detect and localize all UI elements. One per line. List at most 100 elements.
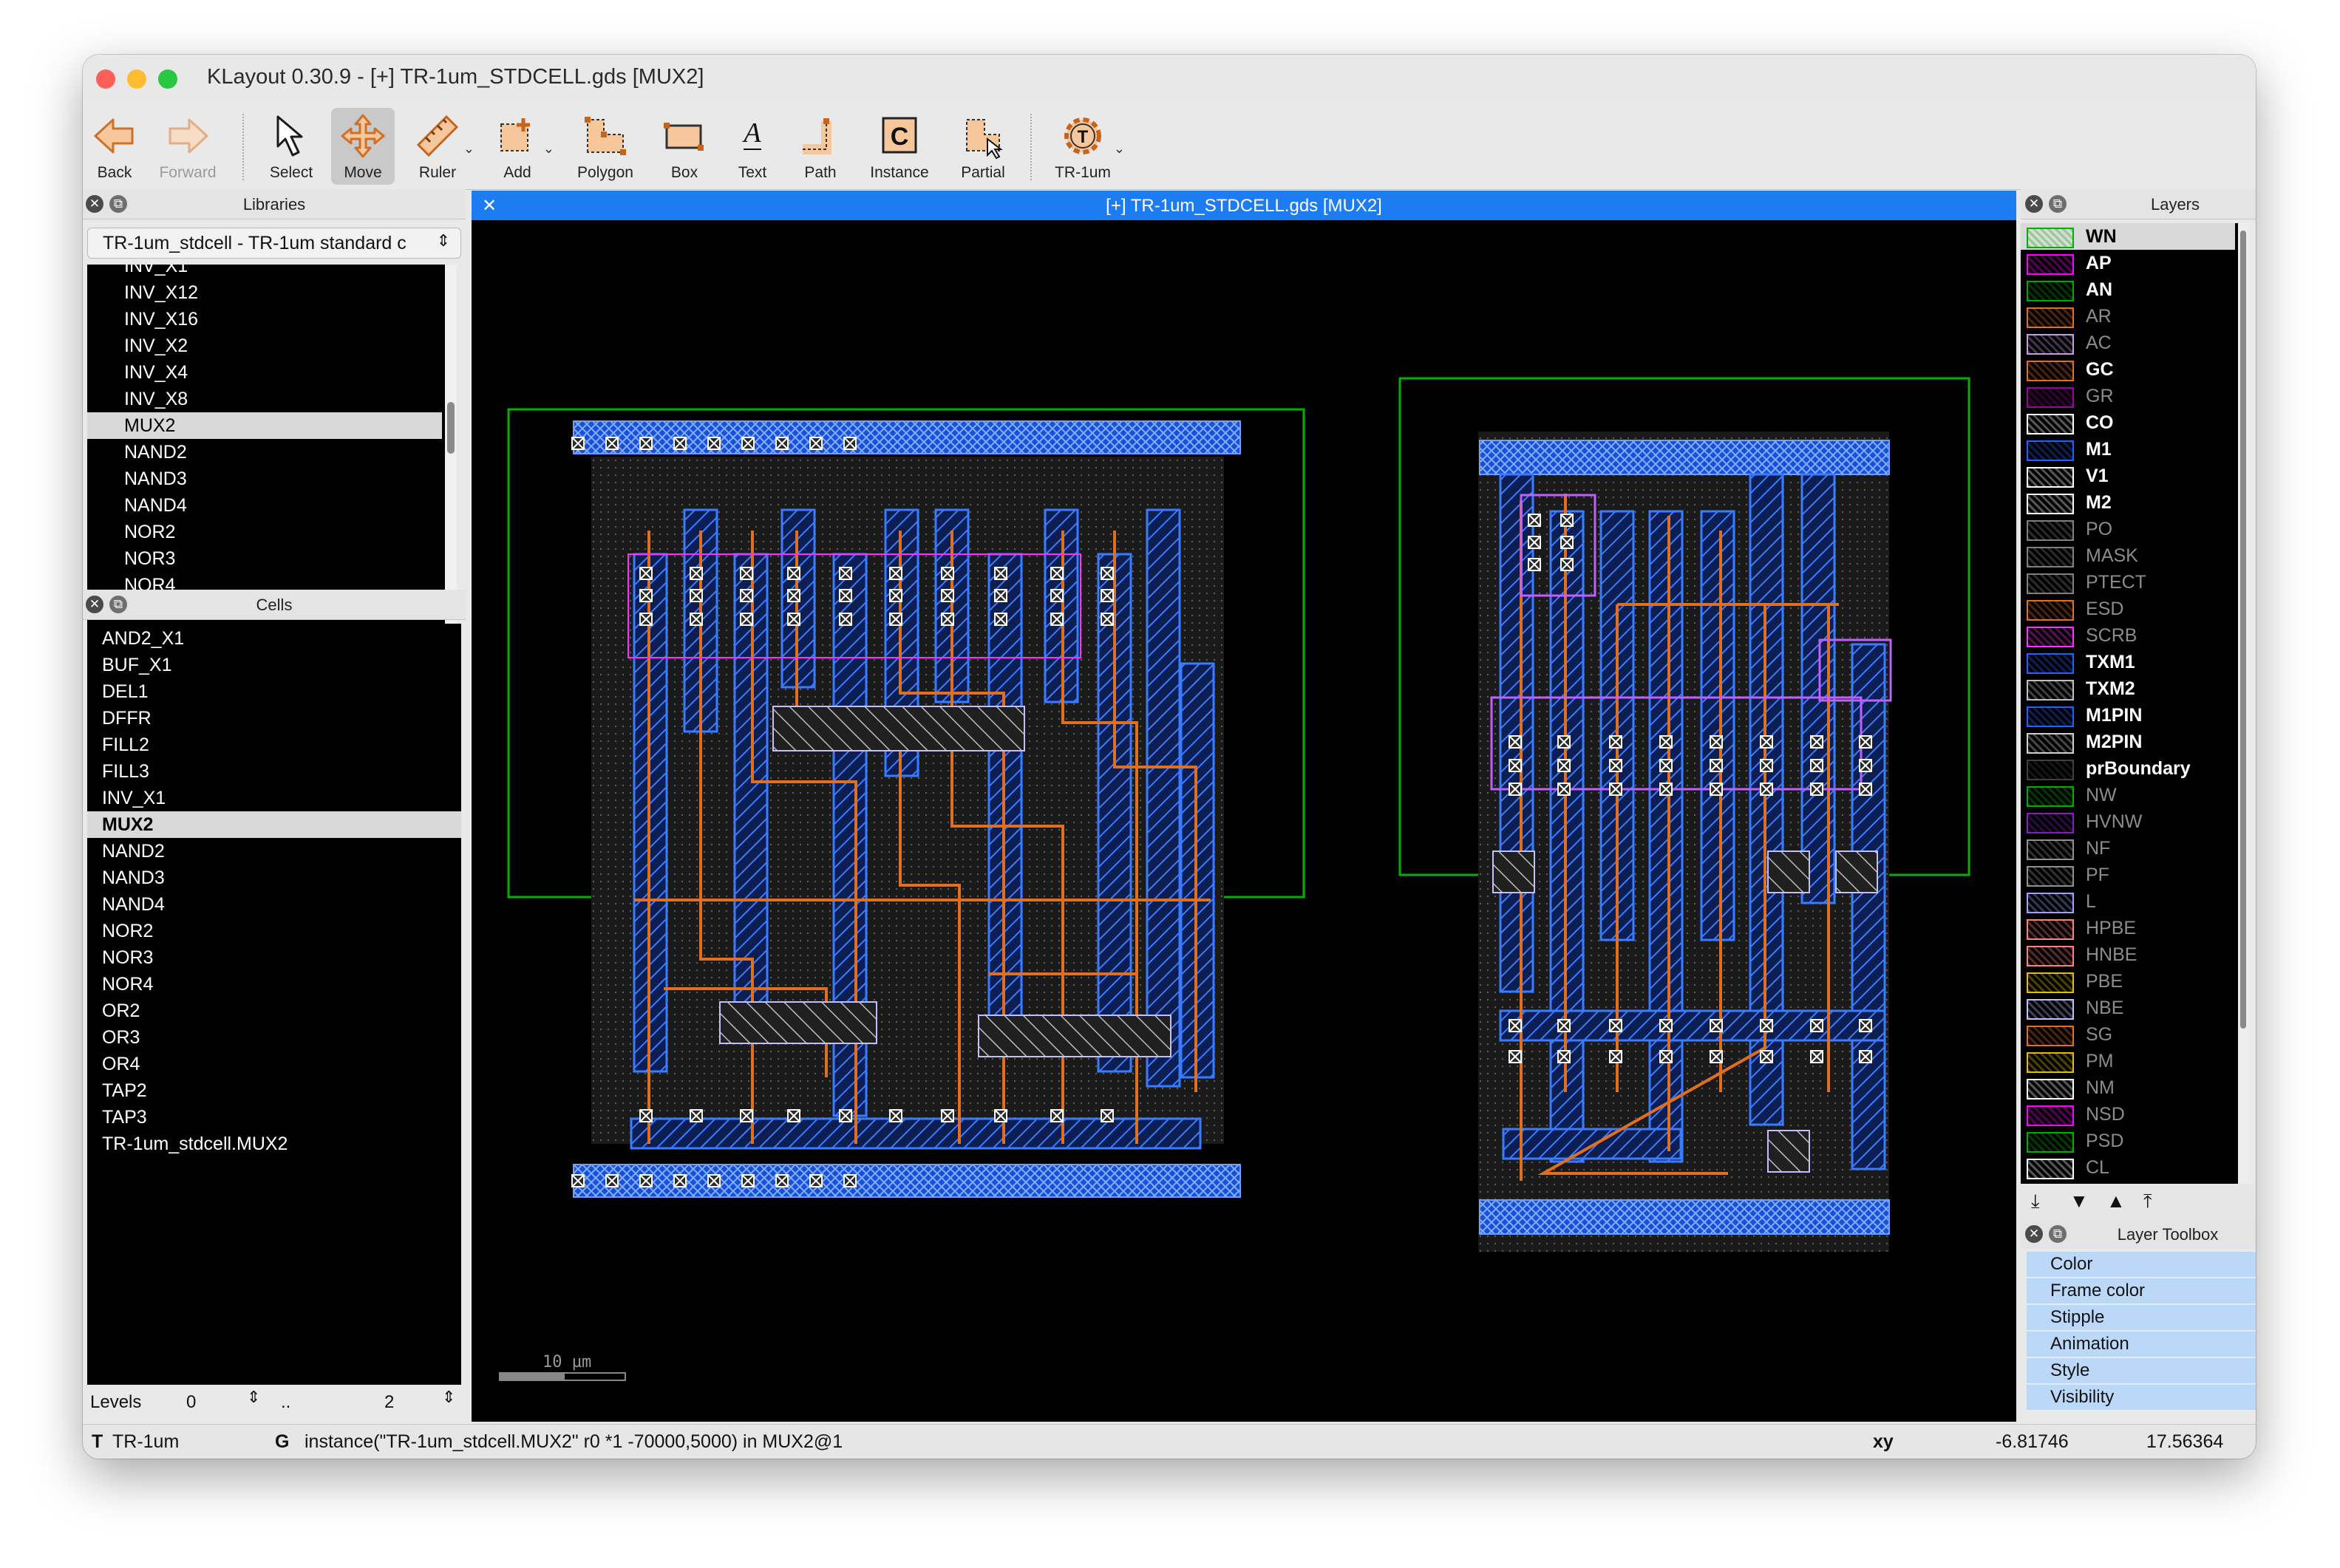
layer-row[interactable]: HPBE (2021, 915, 2235, 941)
cell-tree-item[interactable]: MUX2 (87, 811, 461, 838)
cell-tree-item[interactable]: OR4 (87, 1051, 461, 1077)
levels-to-stepper-icon[interactable]: ⇕ (442, 1388, 455, 1407)
layer-row[interactable]: HVNW (2021, 808, 2235, 835)
cell-tree-item[interactable]: TAP3 (87, 1104, 461, 1131)
cell-tree-item[interactable]: DFFR (87, 705, 461, 732)
layer-row[interactable]: M2 (2021, 489, 2235, 516)
zoom-window-button[interactable] (158, 69, 177, 89)
layer-row[interactable]: GC (2021, 356, 2235, 383)
cell-tree-item[interactable]: NOR3 (87, 944, 461, 971)
layer-toolbox-item[interactable]: Stipple (2027, 1305, 2256, 1331)
float-panel-icon[interactable]: ⧉ (2049, 195, 2067, 213)
move-to-top-icon[interactable]: ⤒ (2143, 1190, 2152, 1213)
layer-row[interactable]: CL (2021, 1154, 2235, 1181)
scrollbar-thumb[interactable] (2240, 231, 2246, 1029)
polygon-tool-button[interactable]: Polygon (565, 108, 646, 185)
library-cell-item[interactable]: NAND2 (87, 439, 442, 466)
cell-tree-item[interactable]: FILL2 (87, 732, 461, 758)
layer-row[interactable]: PF (2021, 862, 2235, 888)
move-up-icon[interactable]: ▲ (2106, 1190, 2126, 1213)
select-tool-button[interactable]: Select (257, 108, 325, 185)
levels-to-input[interactable]: 2 (384, 1392, 394, 1413)
library-cell-item[interactable]: INV_X16 (87, 306, 442, 333)
layer-row[interactable]: NM (2021, 1074, 2235, 1101)
levels-from-input[interactable]: 0 (186, 1392, 196, 1413)
cell-tree-item[interactable]: NOR4 (87, 971, 461, 998)
library-cell-item[interactable]: NAND4 (87, 492, 442, 519)
minimize-window-button[interactable] (127, 69, 146, 89)
cell-tree-item[interactable]: NAND3 (87, 865, 461, 891)
text-tool-button[interactable]: A Text (723, 108, 782, 185)
document-tab[interactable]: ✕ [+] TR-1um_STDCELL.gds [MUX2] (472, 191, 2016, 220)
layer-row[interactable]: NBE (2021, 995, 2235, 1021)
library-list-scrollbar[interactable] (445, 265, 457, 644)
move-down-icon[interactable]: ▼ (2069, 1190, 2089, 1213)
library-cell-item[interactable]: NOR2 (87, 519, 442, 545)
layer-toolbox-item[interactable]: Animation (2027, 1332, 2256, 1357)
layer-list[interactable]: WN AP AN AR AC GC GR CO M1 V1 M2 PO MASK PTECT ESD SCRB… (2021, 223, 2248, 1184)
layer-row[interactable]: M2PIN (2021, 729, 2235, 755)
layer-row[interactable]: WN (2021, 223, 2235, 250)
library-cell-item[interactable]: MUX2 (87, 412, 442, 439)
forward-button[interactable]: Forward (152, 108, 223, 185)
cell-tree-item[interactable]: INV_X1 (87, 785, 461, 811)
layer-row[interactable]: SCRB (2021, 622, 2235, 649)
cell-tree-item[interactable]: TR-1um_stdcell.MUX2 (87, 1131, 461, 1157)
layer-row[interactable]: CO (2021, 409, 2235, 436)
library-cell-item[interactable]: NOR3 (87, 545, 442, 572)
close-panel-icon[interactable]: ✕ (2025, 195, 2043, 213)
cell-instance-left[interactable] (507, 408, 1305, 1198)
layer-toolbox-item[interactable]: Frame color (2027, 1278, 2256, 1304)
layer-toolbox-item[interactable]: Style (2027, 1358, 2256, 1384)
layer-toolbox-item[interactable]: Visibility (2027, 1385, 2256, 1411)
layer-row[interactable]: PTECT (2021, 569, 2235, 596)
layer-row[interactable]: MASK (2021, 542, 2235, 569)
layer-row[interactable]: PO (2021, 516, 2235, 542)
box-tool-button[interactable]: Box (653, 108, 715, 185)
cell-tree-item[interactable]: BUF_X1 (87, 652, 461, 678)
scrollbar-thumb[interactable] (447, 402, 455, 454)
layer-row[interactable]: L (2021, 888, 2235, 915)
layer-row[interactable]: NF (2021, 835, 2235, 862)
layer-row[interactable]: SG (2021, 1021, 2235, 1048)
layout-drawing[interactable]: 10 µm (472, 220, 2016, 1422)
layer-row[interactable]: HNBE (2021, 941, 2235, 968)
layer-row[interactable]: TXM2 (2021, 675, 2235, 702)
library-cell-list[interactable]: INV_X1 INV_X12 INV_X16 INV_X2 INV_X4 INV_X8 MU… (87, 265, 457, 644)
cell-tree-item[interactable]: OR3 (87, 1024, 461, 1051)
layer-row[interactable]: PSD (2021, 1128, 2235, 1154)
cell-tree-item[interactable]: DEL1 (87, 678, 461, 705)
library-cell-item[interactable]: INV_X12 (87, 279, 442, 306)
add-tool-button[interactable]: Add ⌄ (482, 108, 554, 185)
layer-row[interactable]: AC (2021, 330, 2235, 356)
layer-row[interactable]: AN (2021, 276, 2235, 303)
layer-toolbox-item[interactable]: Color (2027, 1252, 2256, 1278)
library-cell-item[interactable]: INV_X1 (87, 265, 442, 279)
layer-row[interactable]: NSD (2021, 1101, 2235, 1128)
cell-tree-item[interactable]: AND2_X1 (87, 625, 461, 652)
cell-tree-item[interactable]: FILL3 (87, 758, 461, 785)
layer-row[interactable]: PM (2021, 1048, 2235, 1074)
instance-tool-button[interactable]: C Instance (859, 108, 940, 185)
move-to-bottom-icon[interactable]: ⤓ (2031, 1190, 2040, 1213)
close-panel-icon[interactable]: ✕ (2025, 1225, 2043, 1243)
cell-tree-item[interactable]: OR2 (87, 998, 461, 1024)
layer-row[interactable]: GR (2021, 383, 2235, 409)
library-cell-item[interactable]: INV_X8 (87, 386, 442, 412)
cell-tree-item[interactable]: TAP2 (87, 1077, 461, 1104)
layer-row[interactable]: NW (2021, 782, 2235, 808)
technology-button[interactable]: T TR-1um ⌄ (1042, 108, 1125, 185)
path-tool-button[interactable]: Path (789, 108, 851, 185)
layer-row[interactable]: PBE (2021, 968, 2235, 995)
technology-dropdown-chevron-icon[interactable]: ⌄ (1114, 141, 1125, 157)
ruler-tool-button[interactable]: Ruler ⌄ (402, 108, 475, 185)
library-select[interactable]: TR-1um_stdcell - TR-1um standard c ⇕ (87, 228, 461, 259)
layer-row[interactable]: TXM1 (2021, 649, 2235, 675)
layer-row[interactable]: V1 (2021, 463, 2235, 489)
cell-tree[interactable]: AND2_X1 BUF_X1 DEL1 DFFR FILL2 FILL3 INV_X1 MUX… (87, 624, 461, 1385)
add-dropdown-chevron-icon[interactable]: ⌄ (543, 141, 554, 157)
back-button[interactable]: Back (83, 108, 146, 185)
layout-canvas[interactable]: 10 µm (472, 220, 2016, 1422)
library-cell-item[interactable]: NAND3 (87, 466, 442, 492)
cell-tree-item[interactable]: NAND4 (87, 891, 461, 918)
